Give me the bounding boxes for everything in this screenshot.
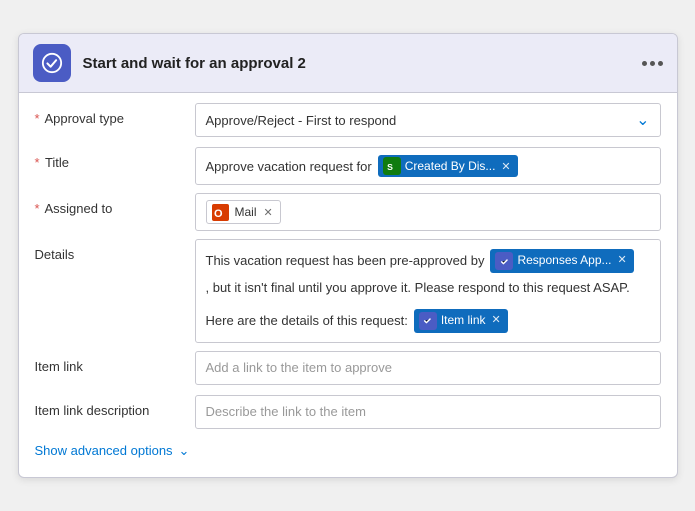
assigned-to-field[interactable]: O Mail ✕	[195, 193, 661, 231]
title-token-close[interactable]: ✕	[501, 160, 510, 173]
title-field[interactable]: Approve vacation request for S Created B…	[195, 147, 661, 185]
approval-card: Start and wait for an approval 2 * Appro…	[18, 33, 678, 477]
required-star: *	[35, 155, 40, 170]
details-line1: This vacation request has been pre-appro…	[206, 248, 650, 298]
approval-token-icon	[495, 252, 513, 270]
item-link-field[interactable]: Add a link to the item to approve	[195, 351, 661, 385]
chevron-down-icon: ⌄	[636, 110, 649, 130]
details-label: Details	[35, 239, 195, 262]
card-title: Start and wait for an approval 2	[83, 55, 630, 72]
svg-text:O: O	[214, 208, 223, 220]
responses-token: Responses App... ✕	[490, 249, 633, 272]
sp-icon: S	[383, 157, 401, 175]
required-star: *	[35, 111, 40, 126]
item-link-desc-field[interactable]: Describe the link to the item	[195, 395, 661, 429]
approval-token-icon2	[419, 312, 437, 330]
item-link-desc-label: Item link description	[35, 395, 195, 418]
assigned-to-label: * Assigned to	[35, 193, 195, 216]
mail-token: O Mail ✕	[206, 200, 281, 224]
show-advanced-options-button[interactable]: Show advanced options ⌄	[35, 439, 661, 463]
approval-type-label: * Approval type	[35, 103, 195, 126]
approval-icon	[33, 44, 71, 82]
assigned-to-token-close[interactable]: ✕	[264, 206, 273, 219]
details-row: Details This vacation request has been p…	[35, 239, 661, 342]
item-link-token: Item link ✕	[414, 309, 508, 332]
approval-type-row: * Approval type Approve/Reject - First t…	[35, 103, 661, 139]
title-row: * Title Approve vacation request for S C…	[35, 147, 661, 185]
item-link-desc-row: Item link description Describe the link …	[35, 395, 661, 431]
details-field[interactable]: This vacation request has been pre-appro…	[195, 239, 661, 342]
chevron-down-icon: ⌄	[179, 443, 190, 459]
approval-type-dropdown[interactable]: Approve/Reject - First to respond ⌄	[195, 103, 661, 137]
card-header: Start and wait for an approval 2	[19, 34, 677, 93]
details-line3: Here are the details of this request: It…	[206, 308, 650, 333]
assigned-to-row: * Assigned to O Mail ✕	[35, 193, 661, 231]
item-link-label: Item link	[35, 351, 195, 374]
required-star: *	[35, 201, 40, 216]
title-label: * Title	[35, 147, 195, 170]
responses-token-close[interactable]: ✕	[618, 252, 627, 270]
office-icon: O	[212, 203, 230, 221]
item-link-token-close[interactable]: ✕	[492, 312, 501, 330]
svg-text:S: S	[387, 162, 393, 172]
item-link-row: Item link Add a link to the item to appr…	[35, 351, 661, 387]
card-body: * Approval type Approve/Reject - First t…	[19, 93, 677, 476]
more-options-button[interactable]	[642, 61, 663, 66]
title-token: S Created By Dis... ✕	[378, 155, 518, 177]
